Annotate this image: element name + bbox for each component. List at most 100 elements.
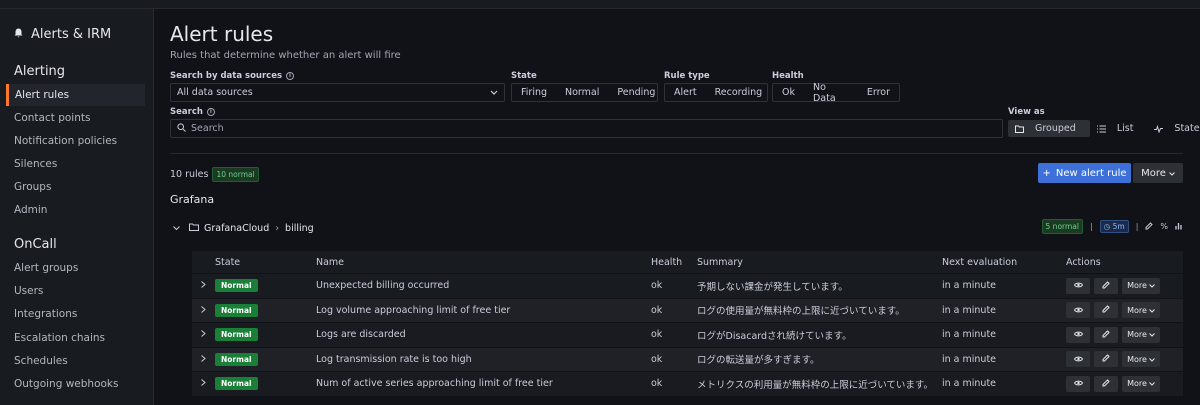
bar-chart-icon[interactable] — [1175, 222, 1183, 232]
page-subtitle: Rules that determine whether an alert wi… — [170, 50, 401, 61]
search-input[interactable]: Search — [170, 119, 1003, 138]
row-more-label: More — [1127, 305, 1147, 315]
eye-icon — [1073, 330, 1083, 339]
datasource-section-title: Grafana — [170, 193, 215, 206]
chevron-right-icon[interactable] — [192, 378, 215, 389]
pencil-icon — [1102, 354, 1110, 364]
rule-summary: ログの転送量が多すぎます。 — [697, 355, 820, 367]
row-more-button[interactable]: More — [1122, 302, 1160, 319]
bell-icon — [14, 27, 23, 42]
eye-icon — [1073, 306, 1083, 315]
plus-icon: + — [1042, 167, 1051, 179]
edit-button[interactable] — [1094, 326, 1118, 343]
new-alert-rule-label: New alert rule — [1055, 167, 1127, 179]
ruletype-filter-group: Alert Recording — [664, 83, 768, 102]
chevron-right-icon[interactable] — [192, 354, 215, 365]
health-option-nodata[interactable]: No Data — [804, 82, 858, 104]
sidebar-title: Alerts & IRM — [14, 27, 111, 42]
page-title: Alert rules — [170, 22, 274, 46]
group-folder-name[interactable]: GrafanaCloud — [204, 223, 269, 234]
sidebar-title-text: Alerts & IRM — [31, 27, 112, 42]
row-more-button[interactable]: More — [1122, 277, 1160, 294]
chevron-right-icon[interactable] — [192, 280, 215, 291]
group-normal-badge: 5 normal — [1041, 219, 1083, 234]
state-option-firing[interactable]: Firing — [512, 87, 556, 98]
percent-icon[interactable]: % — [1160, 222, 1168, 231]
view-option-grouped[interactable]: Grouped — [1008, 120, 1090, 137]
search-icon — [177, 122, 186, 135]
sidebar-item-alert-groups[interactable]: Alert groups — [6, 257, 145, 279]
search-placeholder: Search — [191, 123, 224, 134]
edit-button[interactable] — [1094, 302, 1118, 319]
chevron-right-icon[interactable] — [192, 329, 215, 340]
chevron-down-icon[interactable] — [170, 223, 182, 234]
edit-icon[interactable] — [1145, 221, 1154, 232]
row-more-button[interactable]: More — [1122, 375, 1160, 392]
edit-button[interactable] — [1094, 375, 1118, 392]
state-option-pending[interactable]: Pending — [608, 87, 664, 98]
state-badge: Normal — [215, 352, 258, 366]
rule-summary: ログがDisacardされ続けています。 — [697, 330, 852, 342]
sidebar-item-admin[interactable]: Admin — [6, 199, 145, 221]
sidebar-item-outgoing-webhooks[interactable]: Outgoing webhooks — [6, 373, 145, 395]
row-actions: More — [1066, 302, 1183, 319]
table-row: Normal Logs are discarded ok ログがDisacardされ続… — [192, 322, 1183, 347]
chevron-right-icon[interactable] — [192, 305, 215, 316]
pencil-icon — [1102, 330, 1110, 340]
viewas-label: View as — [1008, 107, 1045, 117]
sidebar-item-escalation-chains[interactable]: Escalation chains — [6, 327, 145, 349]
datasource-filter-label: Search by data sources i — [170, 71, 295, 81]
health-option-error[interactable]: Error — [858, 87, 899, 98]
heart-rate-icon — [1154, 124, 1164, 133]
row-more-button[interactable]: More — [1122, 326, 1160, 343]
sidebar-item-integrations[interactable]: Integrations — [6, 303, 145, 325]
ruletype-filter-label: Rule type — [664, 71, 710, 81]
sidebar-item-alert-rules[interactable]: Alert rules — [6, 84, 145, 106]
sidebar-item-groups[interactable]: Groups — [6, 176, 145, 198]
column-actions: Actions — [1066, 256, 1101, 268]
sidebar-item-silences[interactable]: Silences — [6, 153, 145, 175]
view-option-state[interactable]: State — [1147, 120, 1200, 137]
info-icon[interactable]: i — [206, 108, 215, 116]
group-meta: 5 normal | ◷ 5m | % — [1041, 219, 1183, 234]
divider — [170, 153, 1183, 154]
rule-health: ok — [651, 329, 663, 341]
view-button[interactable] — [1066, 375, 1090, 392]
state-option-normal[interactable]: Normal — [556, 87, 608, 98]
state-badge: Normal — [215, 279, 258, 293]
sidebar: Alerts & IRM Alerting Alert rules Contac… — [0, 9, 154, 405]
ruletype-option-recording[interactable]: Recording — [706, 87, 772, 98]
view-button[interactable] — [1066, 277, 1090, 294]
sidebar-item-notification-policies[interactable]: Notification policies — [6, 130, 145, 152]
state-cell: Normal — [215, 377, 316, 391]
view-button[interactable] — [1066, 326, 1090, 343]
chevron-down-icon — [1149, 306, 1155, 315]
sidebar-item-schedules[interactable]: Schedules — [6, 350, 145, 372]
rule-next-evaluation: in a minute — [942, 353, 997, 365]
ruletype-option-alert[interactable]: Alert — [665, 87, 706, 98]
rule-summary: 予期しない課金が発生しています。 — [697, 281, 848, 293]
folder-icon — [189, 223, 199, 234]
view-button[interactable] — [1066, 302, 1090, 319]
evaluation-interval-value: 5m — [1112, 222, 1125, 231]
sidebar-item-contact-points[interactable]: Contact points — [6, 107, 145, 129]
edit-button[interactable] — [1094, 351, 1118, 368]
datasource-select[interactable]: All data sources — [170, 83, 505, 102]
chevron-down-icon — [1169, 168, 1175, 179]
datasource-select-value: All data sources — [177, 87, 253, 98]
state-badge: Normal — [215, 303, 258, 317]
new-alert-rule-button[interactable]: + New alert rule — [1038, 163, 1131, 183]
column-summary: Summary — [697, 256, 743, 268]
sidebar-item-users[interactable]: Users — [6, 280, 145, 302]
list-icon — [1096, 125, 1106, 132]
more-button[interactable]: More — [1133, 163, 1183, 183]
edit-button[interactable] — [1094, 277, 1118, 294]
column-state: State — [215, 256, 241, 268]
health-option-ok[interactable]: Ok — [773, 87, 804, 98]
info-icon[interactable]: i — [286, 72, 295, 80]
view-button[interactable] — [1066, 351, 1090, 368]
view-option-list[interactable]: List — [1090, 120, 1148, 137]
rule-name: Num of active series approaching limit o… — [316, 378, 553, 390]
row-more-button[interactable]: More — [1122, 351, 1160, 368]
chevron-down-icon — [1149, 355, 1155, 364]
